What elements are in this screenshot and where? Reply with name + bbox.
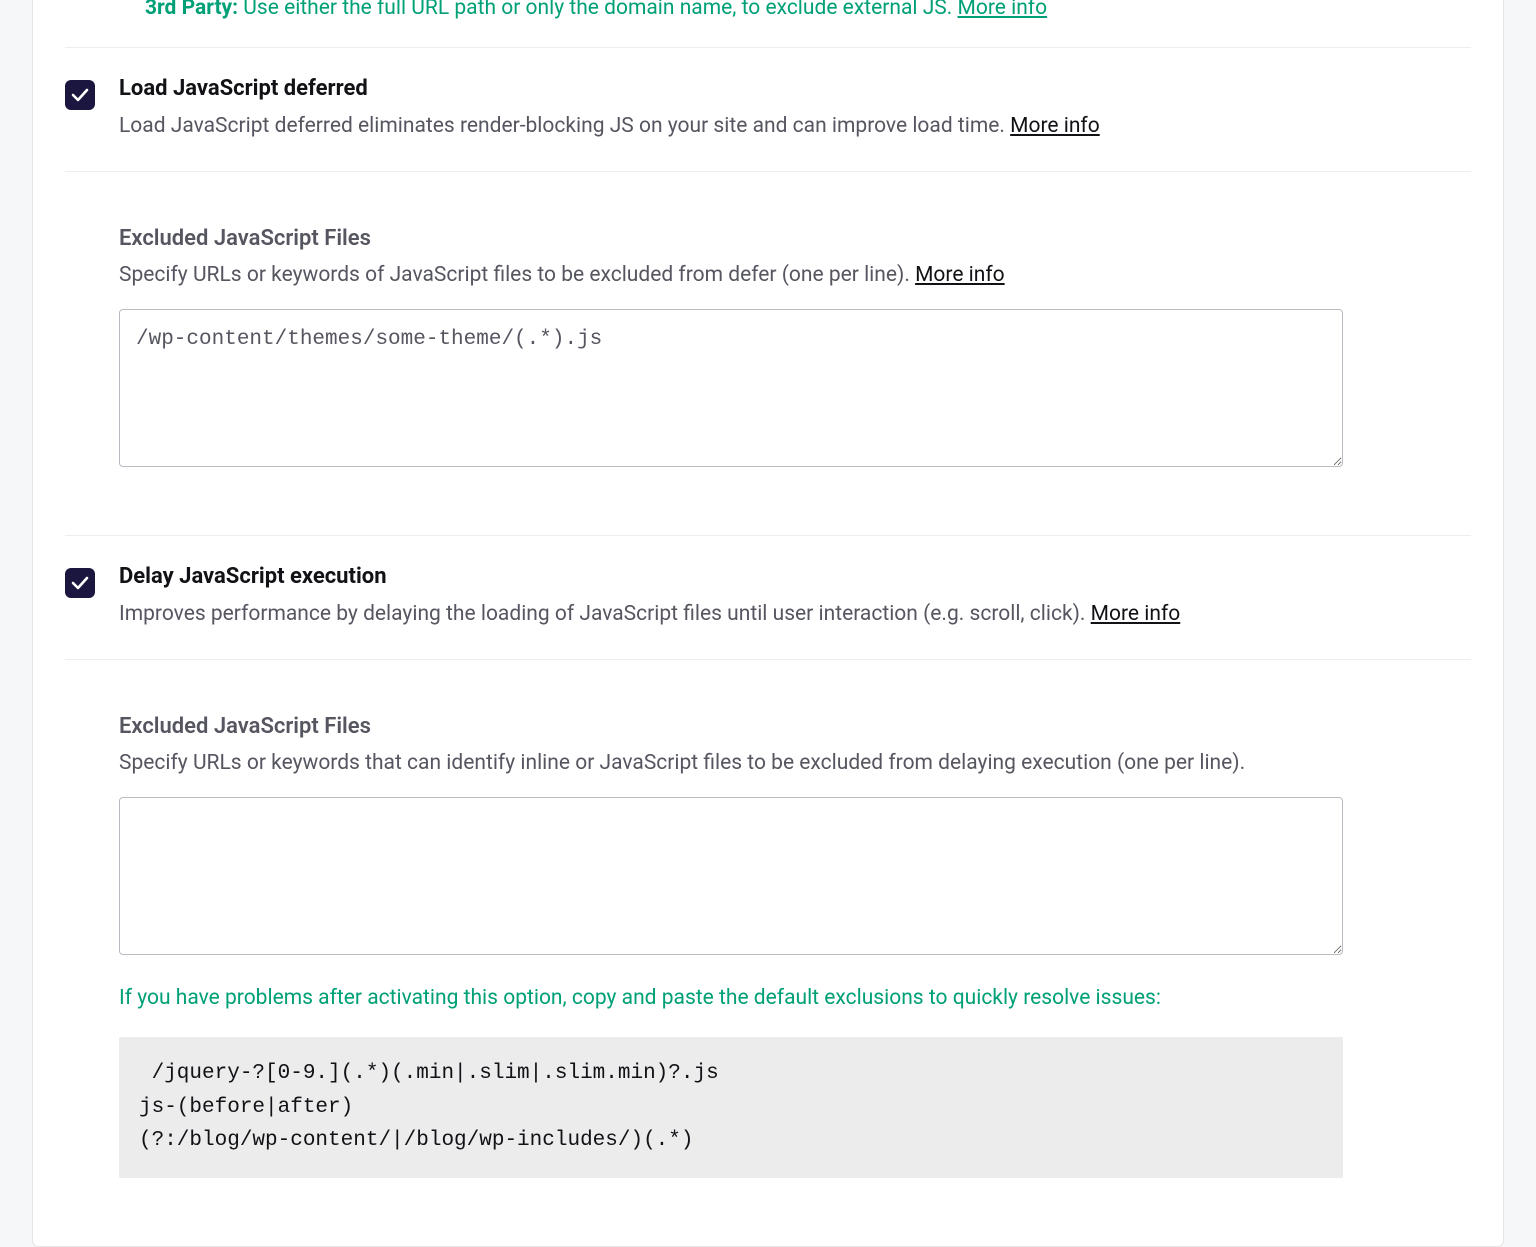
delay-excluded-desc: Specify URLs or keywords that can identi… <box>119 747 1471 780</box>
defer-excluded-title: Excluded JavaScript Files <box>119 226 1471 251</box>
defer-excluded-desc-text: Specify URLs or keywords of JavaScript f… <box>119 263 915 287</box>
delay-defaults-code: /jquery-?[0-9.](.*)(.min|.slim|.slim.min… <box>119 1037 1343 1178</box>
delay-js-checkbox[interactable] <box>65 568 95 598</box>
checkmark-icon <box>71 575 89 591</box>
delay-js-title: Delay JavaScript execution <box>119 564 1471 589</box>
defer-js-title: Load JavaScript deferred <box>119 76 1471 101</box>
delay-excluded-textarea[interactable] <box>119 797 1343 955</box>
delay-js-section: Delay JavaScript execution Improves perf… <box>65 536 1471 660</box>
settings-panel: 3rd Party: Use either the full URL path … <box>32 0 1504 1247</box>
delay-excluded-section: Excluded JavaScript Files Specify URLs o… <box>65 660 1471 1206</box>
third-party-hint: 3rd Party: Use either the full URL path … <box>65 0 1471 48</box>
third-party-label: 3rd Party: <box>145 0 238 20</box>
delay-defaults-hint: If you have problems after activating th… <box>119 983 1471 1015</box>
delay-js-desc: Improves performance by delaying the loa… <box>119 599 1471 631</box>
delay-js-more-info-link[interactable]: More info <box>1091 602 1181 626</box>
delay-excluded-title: Excluded JavaScript Files <box>119 714 1471 739</box>
defer-js-more-info-link[interactable]: More info <box>1010 114 1100 138</box>
defer-js-section: Load JavaScript deferred Load JavaScript… <box>65 48 1471 172</box>
defer-excluded-desc: Specify URLs or keywords of JavaScript f… <box>119 259 1471 292</box>
defer-js-checkbox[interactable] <box>65 80 95 110</box>
delay-js-desc-text: Improves performance by delaying the loa… <box>119 602 1091 626</box>
defer-js-desc: Load JavaScript deferred eliminates rend… <box>119 111 1471 143</box>
third-party-desc: Use either the full URL path or only the… <box>243 0 952 20</box>
checkmark-icon <box>71 87 89 103</box>
third-party-more-info-link[interactable]: More info <box>958 0 1048 20</box>
defer-excluded-section: Excluded JavaScript Files Specify URLs o… <box>65 172 1471 537</box>
defer-excluded-more-info-link[interactable]: More info <box>915 263 1005 287</box>
defer-excluded-textarea[interactable] <box>119 309 1343 467</box>
defer-js-desc-text: Load JavaScript deferred eliminates rend… <box>119 114 1010 138</box>
